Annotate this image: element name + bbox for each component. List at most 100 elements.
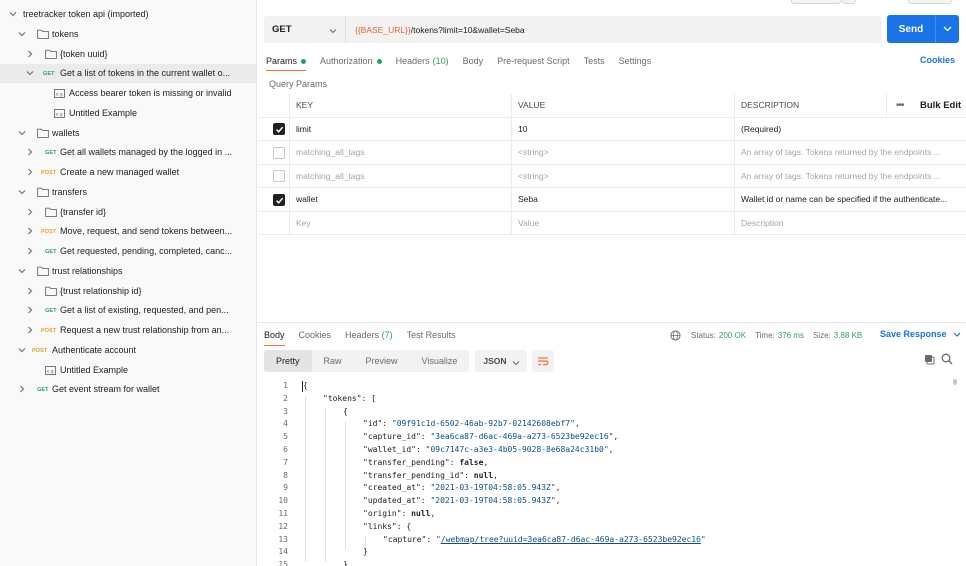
param-key[interactable]: matching_all_tags — [289, 164, 511, 187]
param-description[interactable]: Wallet id or name can be specified if th… — [734, 188, 966, 211]
tab-body[interactable]: Body — [463, 56, 484, 66]
chevron-right-icon[interactable] — [25, 147, 35, 157]
response-tab-cookies[interactable]: Cookies — [299, 330, 332, 340]
response-body-code[interactable]: 1 {2 "tokens": [3 {4 "id": "09f91c1d-6502-46… — [258, 378, 966, 566]
sidebar-request[interactable]: POST Create a new managed wallet — [0, 163, 256, 182]
indent-guide — [305, 395, 306, 563]
method-badge: GET — [45, 249, 57, 255]
format-pretty[interactable]: Pretty — [264, 350, 312, 372]
param-description[interactable]: An array of tags. Tokens returned by the… — [734, 164, 966, 187]
sidebar-folder[interactable]: {token uuid} — [0, 45, 256, 64]
tab-headers[interactable]: Headers (10) — [396, 56, 449, 66]
chevron-right-icon[interactable] — [25, 207, 35, 217]
chevron-right-icon[interactable] — [17, 384, 27, 394]
param-key[interactable]: matching_all_tags — [289, 141, 511, 164]
tab-authorization[interactable]: Authorization — [320, 56, 382, 66]
url-input[interactable]: {{BASE_URL}}/tokens?limit=10&wallet=Seba — [346, 16, 525, 43]
param-value[interactable]: 10 — [511, 117, 733, 140]
chevron-down-icon[interactable] — [17, 345, 27, 355]
bulk-edit-button[interactable]: Bulk Edit — [920, 100, 961, 111]
sidebar-folder[interactable]: treetracker token api (imported) — [0, 5, 256, 24]
more-options-icon[interactable]: ••• — [896, 100, 904, 111]
top-toolbar-button[interactable] — [791, 0, 841, 4]
line-number: 12 — [278, 521, 288, 531]
chevron-right-icon[interactable] — [25, 226, 35, 236]
param-checkbox[interactable] — [273, 170, 285, 182]
sidebar-folder[interactable]: transfers — [0, 183, 256, 202]
chevron-right-icon[interactable] — [25, 49, 35, 59]
search-icon[interactable] — [941, 353, 953, 365]
chevron-down-icon[interactable] — [25, 68, 35, 78]
param-value[interactable]: Value — [511, 211, 733, 234]
code-line: "wallet_id": "09c7147c-a3e3-4b05-9028-8e… — [363, 445, 614, 454]
sidebar-example[interactable]: e.g Untitled Example — [0, 104, 256, 123]
param-checkbox[interactable] — [273, 146, 285, 159]
sidebar-request[interactable]: GET Get event stream for wallet — [0, 380, 256, 399]
size-value[interactable]: 3.88 KB — [834, 331, 862, 340]
language-select[interactable]: JSON — [475, 350, 528, 372]
chevron-down-icon[interactable] — [8, 9, 18, 19]
tab-settings[interactable]: Settings — [619, 56, 652, 66]
key-column-header: KEY — [289, 94, 511, 117]
param-key[interactable]: Key — [289, 211, 511, 234]
cookies-link[interactable]: Cookies — [920, 55, 955, 65]
sidebar-request[interactable]: GET Get requested, pending, completed, ca… — [0, 242, 256, 261]
param-description[interactable]: An array of tags. Tokens returned by the… — [734, 141, 966, 164]
param-key[interactable]: wallet — [289, 188, 511, 211]
wrap-lines-button[interactable] — [532, 350, 555, 372]
chevron-down-icon[interactable] — [17, 266, 27, 276]
param-checkbox[interactable] — [273, 193, 285, 206]
format-preview[interactable]: Preview — [354, 350, 410, 372]
response-tab-body[interactable]: Body — [264, 330, 285, 346]
param-description[interactable]: Description — [734, 211, 966, 234]
tab-prerequest-script[interactable]: Pre-request Script — [497, 56, 570, 66]
code-line: "id": "09f91c1d-6502-46ab-92b7-02142608e… — [363, 419, 580, 429]
chevron-right-icon[interactable] — [25, 325, 35, 335]
chevron-down-icon[interactable] — [17, 187, 27, 197]
format-visualize[interactable]: Visualize — [410, 350, 470, 372]
globe-icon[interactable] — [670, 330, 681, 341]
time-value[interactable]: 376 ms — [778, 331, 804, 340]
chevron-down-icon[interactable] — [17, 29, 27, 39]
chevron-right-icon[interactable] — [25, 286, 35, 296]
status-value[interactable]: 200 OK — [719, 331, 746, 340]
send-options-chevron-icon[interactable] — [936, 26, 959, 32]
sidebar-folder[interactable]: tokens — [0, 25, 256, 44]
save-response-button[interactable]: Save Response — [880, 329, 962, 339]
sidebar-folder[interactable]: wallets — [0, 124, 256, 143]
copy-icon[interactable] — [924, 354, 935, 365]
sidebar-example[interactable]: e.g Untitled Example — [0, 361, 256, 380]
sidebar-request[interactable]: POST Authenticate account — [0, 341, 256, 360]
response-tab-headers[interactable]: Headers (7) — [345, 330, 393, 340]
top-toolbar-button[interactable] — [908, 0, 952, 4]
sidebar-request[interactable]: POST Move, request, and send tokens betwe… — [0, 222, 256, 241]
param-value[interactable]: <string> — [511, 141, 733, 164]
param-row: Key Value Description — [258, 211, 966, 235]
chevron-right-icon[interactable] — [25, 305, 35, 315]
send-button[interactable]: Send — [887, 15, 959, 43]
param-key[interactable]: limit — [289, 117, 511, 140]
format-raw[interactable]: Raw — [312, 350, 354, 372]
sidebar-folder[interactable]: {transfer id} — [0, 203, 256, 222]
param-value[interactable]: Seba — [511, 188, 733, 211]
tab-tests[interactable]: Tests — [584, 56, 605, 66]
tab-prerequest-label: Pre-request Script — [497, 56, 570, 66]
sidebar-folder[interactable]: {trust relationship id} — [0, 282, 256, 301]
sidebar-folder[interactable]: trust relationships — [0, 262, 256, 281]
sidebar-request[interactable]: GET Get a list of existing, requested, an… — [0, 301, 256, 320]
top-toolbar-button[interactable] — [842, 0, 856, 4]
chevron-down-icon[interactable] — [17, 128, 27, 138]
param-value[interactable]: <string> — [511, 164, 733, 187]
method-select[interactable]: GET — [264, 16, 346, 43]
scrollbar[interactable] — [953, 379, 957, 385]
chevron-right-icon[interactable] — [25, 167, 35, 177]
param-checkbox[interactable] — [273, 123, 285, 135]
response-tab-test-results[interactable]: Test Results — [407, 330, 456, 340]
param-description[interactable]: (Required) — [734, 117, 966, 140]
sidebar-example[interactable]: e.g Access bearer token is missing or inv… — [0, 84, 256, 103]
chevron-right-icon[interactable] — [25, 246, 35, 256]
sidebar-request[interactable]: POST Request a new trust relationship fro… — [0, 321, 256, 340]
tab-params[interactable]: Params — [266, 56, 307, 71]
sidebar-request[interactable]: GET Get all wallets managed by the logged… — [0, 143, 256, 162]
sidebar-request[interactable]: GET Get a list of tokens in the current w… — [0, 64, 256, 84]
